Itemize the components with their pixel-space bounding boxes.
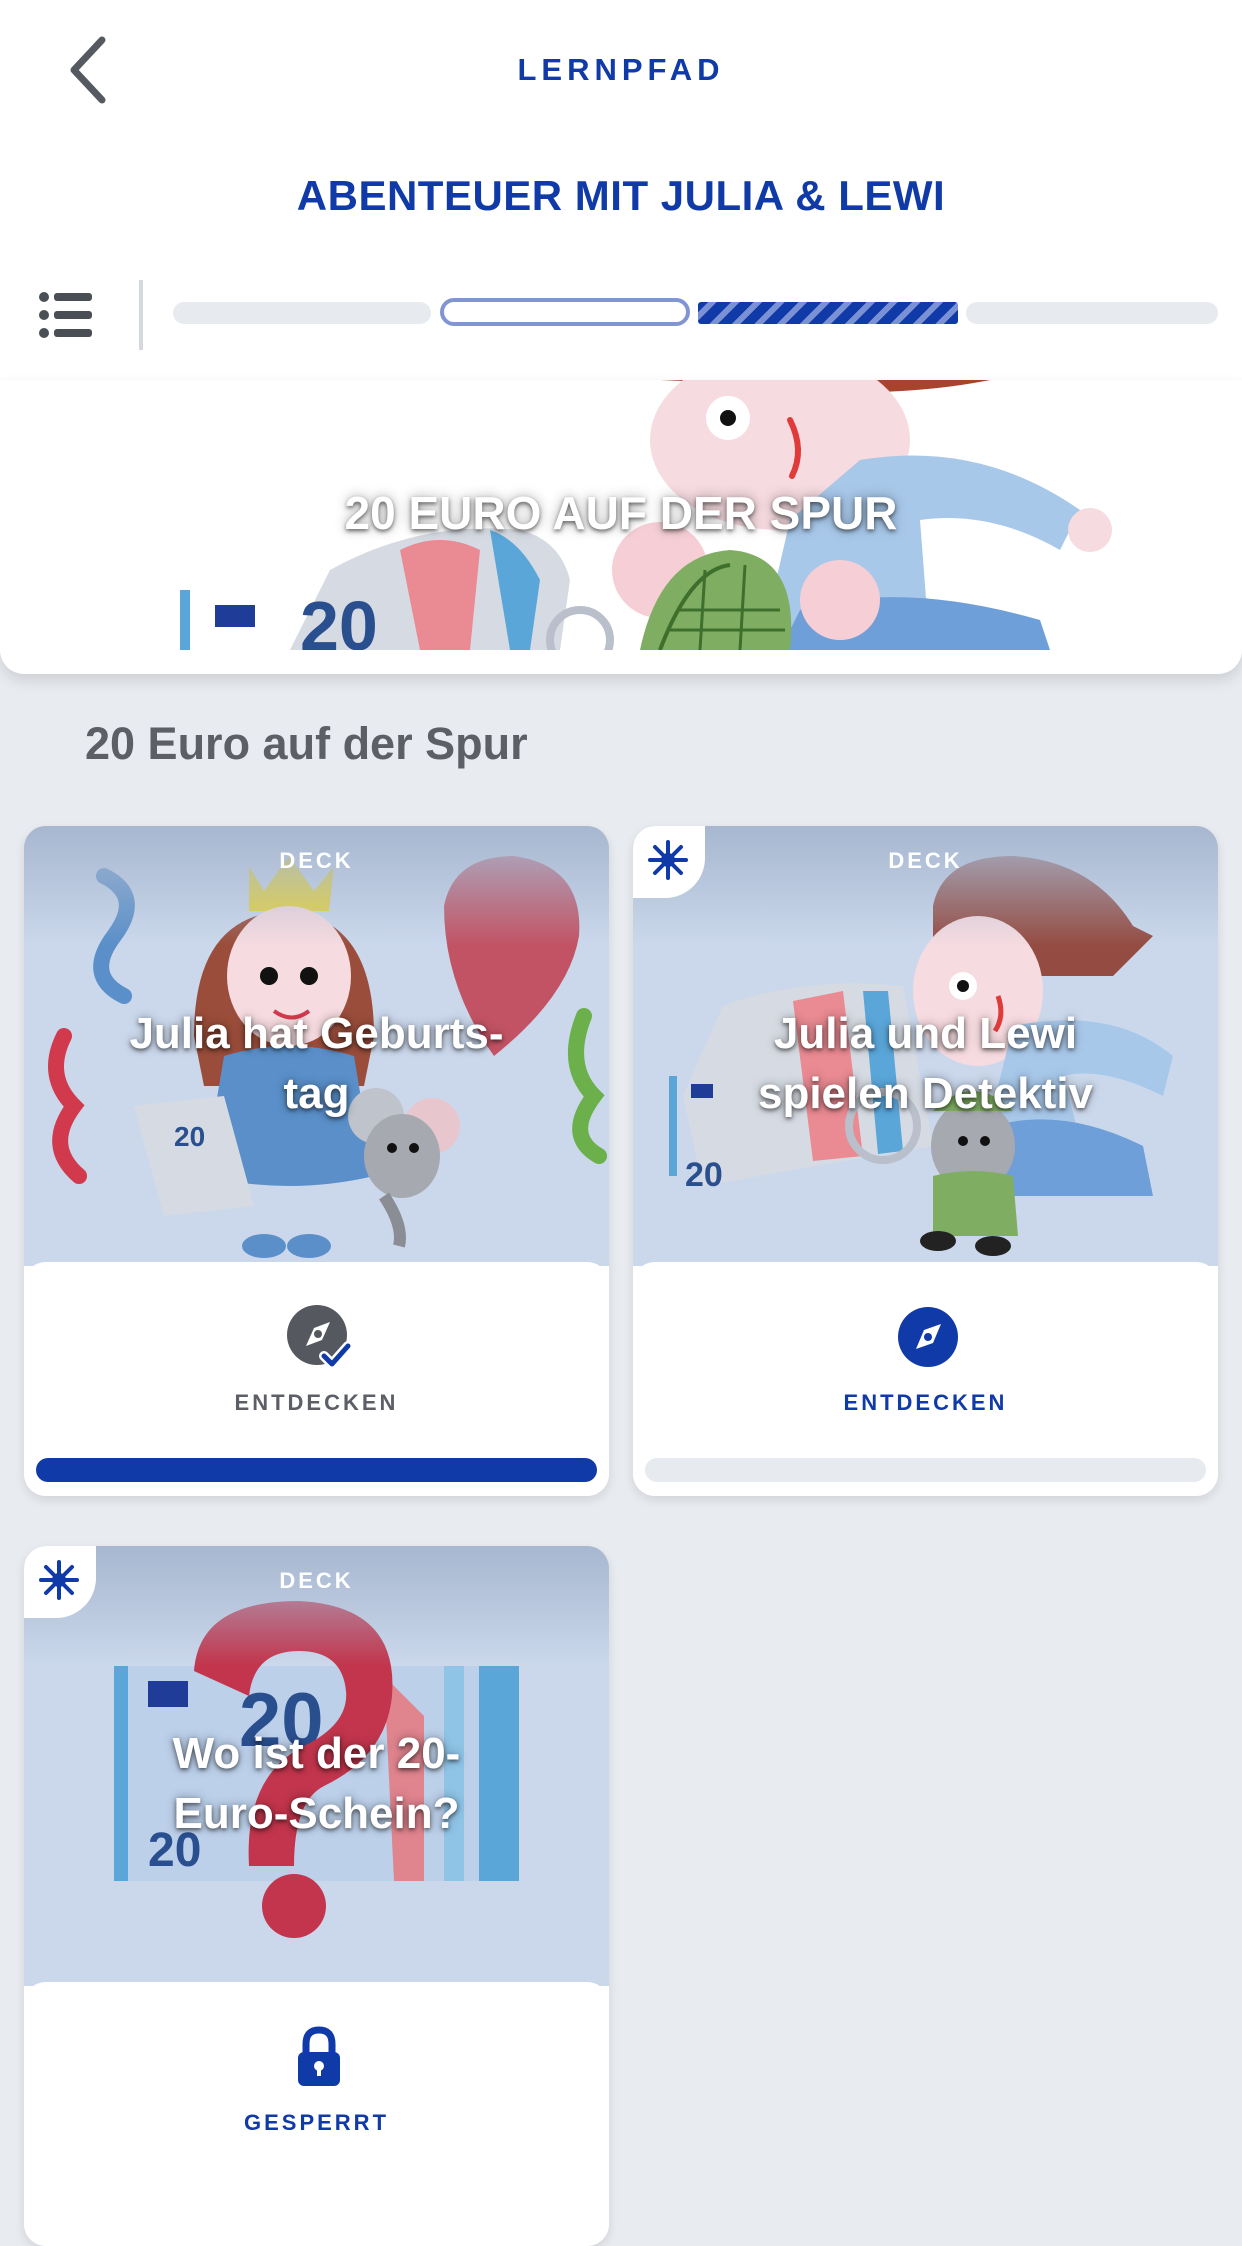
action-label: GESPERRT: [243, 2110, 390, 2135]
path-segment-1[interactable]: [173, 302, 431, 324]
deck-label: DECK: [279, 1568, 354, 1593]
app-header: LERNPFAD ABENTEUER MIT JULIA & LEWI: [0, 0, 1242, 380]
card-title: Julia hat Geburts-tag: [129, 1009, 504, 1118]
card-title: Wo ist der 20- Euro-Schein?: [172, 1729, 461, 1838]
new-star-icon: [39, 1560, 79, 1600]
compass-check-icon: [286, 1304, 353, 1370]
path-segment-3[interactable]: [698, 302, 958, 324]
svg-text:20: 20: [174, 1121, 205, 1152]
card-shade: [633, 826, 1218, 946]
deck-label: DECK: [888, 848, 963, 873]
path-segment-2-current[interactable]: [440, 298, 690, 326]
deck-card-wo-ist-schein[interactable]: 20 20 DECK Wo ist der 20- Euro-Schein? G…: [24, 1546, 609, 2246]
card-action-area[interactable]: ENTDECKEN: [633, 1262, 1218, 1496]
banner-title: 20 EURO AUF DER SPUR: [344, 487, 898, 539]
compass-icon: [895, 1304, 961, 1370]
card-action-area[interactable]: ENTDECKEN: [24, 1262, 609, 1496]
card-action-area[interactable]: GESPERRT: [24, 1982, 609, 2246]
path-segment-4[interactable]: [966, 302, 1218, 324]
progress-bar-empty: [645, 1458, 1206, 1482]
card-title: Julia und Lewi spielen Detektiv: [757, 1009, 1094, 1118]
lock-icon: [286, 2024, 352, 2090]
deck-card-detektiv[interactable]: 20 DECK Julia und Lewispielen Detektiv: [633, 826, 1218, 1496]
action-label: ENTDECKEN: [843, 1390, 1008, 1415]
card-shade: [24, 826, 609, 946]
deck-card-julia-geburtstag[interactable]: 20 DECK Julia hat Geburts-tag ENTDECKEN: [24, 826, 609, 1496]
module-banner[interactable]: 20 20 EURO AUF DER SPUR: [0, 380, 1242, 674]
header-divider: [139, 280, 143, 350]
card-shade: [24, 1546, 609, 1666]
new-star-icon: [648, 840, 688, 880]
section-title: 20 Euro auf der Spur: [85, 718, 528, 769]
action-label: ENTDECKEN: [234, 1390, 399, 1415]
course-title: ABENTEUER MIT JULIA & LEWI: [296, 172, 946, 219]
svg-text:20: 20: [685, 1156, 723, 1194]
deck-label: DECK: [279, 848, 354, 873]
progress-bar-complete: [36, 1458, 597, 1482]
svg-text:20: 20: [300, 587, 378, 650]
list-icon[interactable]: [38, 290, 94, 340]
page-title: LERNPFAD: [517, 52, 725, 87]
